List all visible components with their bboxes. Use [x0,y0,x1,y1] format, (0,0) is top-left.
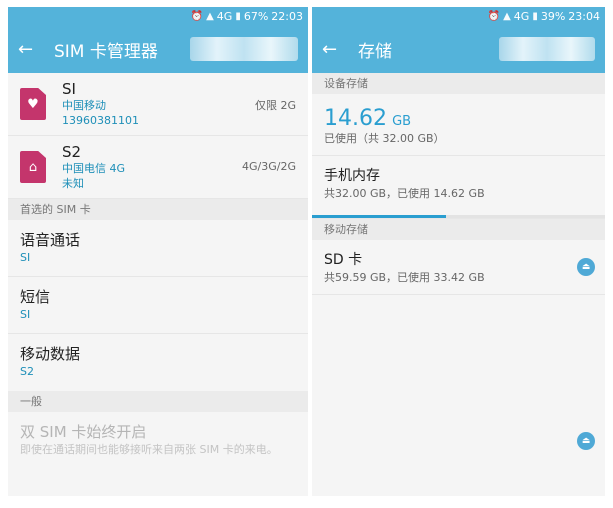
sim-network-mode: 仅限 2G [254,99,296,112]
storage-progress-fill [312,215,446,218]
sms-setting[interactable]: 短信 SI [8,277,308,334]
back-arrow-icon[interactable]: ← [322,39,344,60]
setting-description: 即使在通话期间也能够接听来自两张 SIM 卡的来电。 [20,443,278,456]
eject-icon[interactable]: ⏏ [577,432,595,450]
status-bar: ⏰ ▲ 4G ▮ 67% 22:03 [8,7,308,25]
signal-icon: ▲ [503,10,511,22]
storage-detail: 共59.59 GB，已使用 33.42 GB [324,271,485,284]
mobile-data-setting[interactable]: 移动数据 S2 [8,334,308,391]
battery-percent: 39% [540,9,566,23]
sim-number: 13960381101 [62,114,139,127]
status-bar: ⏰ ▲ 4G ▮ 39% 23:04 [312,7,605,25]
storage-title: 手机内存 [324,168,380,184]
setting-title: 短信 [20,288,51,306]
sd-card-item[interactable]: SD 卡 共59.59 GB，已使用 33.42 GB ⏏ [312,240,605,295]
storage-title: SD 卡 [324,252,363,268]
sim-number: 未知 [62,177,84,190]
setting-value: S2 [20,365,34,378]
battery-percent: 67% [243,9,269,23]
sim-name: SI [62,80,76,98]
voice-call-setting[interactable]: 语音通话 SI [8,220,308,277]
app-bar: ← 存储 [312,25,605,73]
internal-storage-item[interactable]: 手机内存 共32.00 GB，已使用 14.62 GB [312,156,605,219]
setting-value: SI [20,308,31,321]
clock: 23:04 [568,9,600,23]
battery-icon: ▮ [532,10,538,22]
network-type: 4G [216,9,233,23]
device-storage-header: 设备存储 [312,73,605,94]
battery-icon: ▮ [235,10,241,22]
app-bar: ← SIM 卡管理器 [8,25,308,73]
sim-carrier: 中国移动 [62,99,106,112]
sim-name: S2 [62,143,82,161]
clock: 22:03 [271,9,303,23]
sim-card-1[interactable]: ♥ SI 中国移动 13960381101 仅限 2G [8,73,308,136]
storage-screen: ⏰ ▲ 4G ▮ 39% 23:04 ← 存储 设备存储 14.62 GB 已使… [312,7,605,496]
sim-manager-screen: ⏰ ▲ 4G ▮ 67% 22:03 ← SIM 卡管理器 ♥ SI 中国移动 … [8,7,308,496]
sim-card-2[interactable]: ⌂ S2 中国电信 4G 未知 4G/3G/2G [8,136,308,199]
dual-sim-always-on-setting[interactable]: 双 SIM 卡始终开启 即使在通话期间也能够接听来自两张 SIM 卡的来电。 [8,412,308,469]
network-type: 4G [513,9,530,23]
sim-carrier: 中国电信 4G [62,162,126,175]
setting-title: 双 SIM 卡始终开启 [20,423,147,441]
mobile-storage-header: 移动存储 [312,219,605,240]
used-storage-value: 14.62 [324,106,387,131]
used-storage-label: 已使用（共 32.00 GB） [324,132,445,145]
alarm-icon: ⏰ [487,10,501,22]
sim-card-home-icon: ⌂ [20,151,46,183]
setting-title: 移动数据 [20,345,81,363]
storage-detail: 共32.00 GB，已使用 14.62 GB [324,187,485,200]
storage-progress-bar [312,215,605,218]
used-storage-summary: 14.62 GB 已使用（共 32.00 GB） [312,94,605,156]
setting-title: 语音通话 [20,231,81,249]
setting-value: SI [20,251,31,264]
eject-icon[interactable]: ⏏ [577,258,595,276]
page-title: SIM 卡管理器 [54,41,158,62]
signal-icon: ▲ [206,10,214,22]
page-title: 存储 [358,41,392,62]
sim-network-mode: 4G/3G/2G [242,160,296,173]
blurred-region [190,37,298,61]
general-header: 一般 [8,391,308,412]
back-arrow-icon[interactable]: ← [18,39,40,60]
sim-card-heart-icon: ♥ [20,88,46,120]
alarm-icon: ⏰ [190,10,204,22]
preferred-sim-header: 首选的 SIM 卡 [8,199,308,220]
used-storage-unit: GB [392,114,412,129]
blurred-region [499,37,595,61]
